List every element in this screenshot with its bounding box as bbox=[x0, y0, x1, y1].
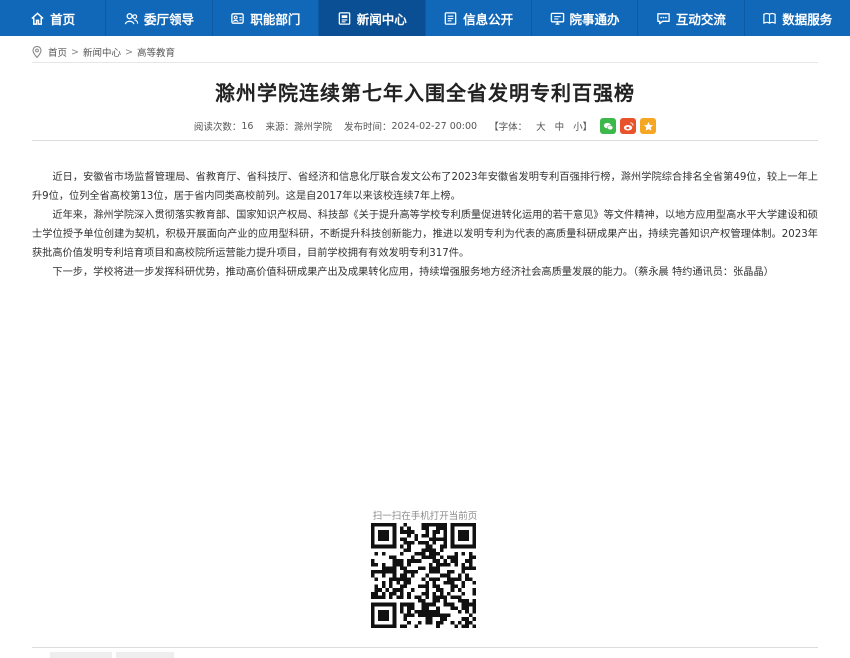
favorite-share-button[interactable] bbox=[640, 118, 657, 134]
source-label: 来源： bbox=[265, 122, 294, 133]
weibo-icon bbox=[623, 121, 634, 130]
font-size-large-button[interactable]: 大 bbox=[536, 119, 546, 133]
chat-icon bbox=[656, 11, 671, 26]
article-title: 滁州学院连续第七年入围全省发明专利百强榜 bbox=[215, 81, 635, 105]
departments-icon bbox=[230, 11, 245, 26]
nav-item-label: 信息公开 bbox=[463, 11, 514, 27]
qr-code bbox=[371, 523, 476, 628]
breadcrumb-home-link[interactable]: 首页 bbox=[48, 45, 67, 59]
article-paragraph: 近日，安徽省市场监督管理局、省教育厅、省科技厅、省经济和信息化厅联合发文公布了2… bbox=[32, 172, 818, 202]
article-paragraph: 近年来，滁州学院深入贯彻落实教育部、国家知识产权局、科技部《关于提升高等学校专利… bbox=[32, 210, 818, 259]
views-label: 阅读次数： bbox=[193, 122, 242, 133]
nav-item-data[interactable]: 数据服务 bbox=[745, 0, 850, 36]
home-icon bbox=[30, 11, 45, 26]
nav-item-news[interactable]: 新闻中心 bbox=[319, 0, 426, 36]
publish-date: 2024-02-27 00:00 bbox=[391, 120, 478, 132]
nav-item-label: 委厅领导 bbox=[144, 11, 195, 27]
wechat-share-button[interactable] bbox=[600, 118, 617, 134]
font-size-medium-button[interactable]: 中 bbox=[555, 119, 565, 133]
footer-divider bbox=[32, 647, 818, 648]
article-paragraph: 下一步，学校将进一步发挥科研优势，推动高价值科研成果产出及成果转化应用，持续增强… bbox=[52, 267, 774, 278]
data-icon bbox=[762, 11, 777, 26]
breadcrumb-separator: > bbox=[125, 46, 133, 58]
nav-item-info[interactable]: 信息公开 bbox=[426, 0, 532, 36]
footer-tab[interactable] bbox=[116, 652, 174, 658]
breadcrumb-news-link[interactable]: 新闻中心 bbox=[83, 45, 121, 59]
wechat-icon bbox=[603, 122, 613, 130]
breadcrumb-current-link[interactable]: 高等教育 bbox=[137, 45, 175, 59]
qr-caption: 扫一扫在手机打开当前页 bbox=[372, 511, 478, 522]
top-nav: 首页 委厅领导 职能部门 新闻中心 信息公开 院事通办 互动交流 数据服务 bbox=[0, 0, 850, 36]
nav-item-label: 互动交流 bbox=[675, 11, 726, 27]
date-label: 发布时间： bbox=[343, 122, 392, 133]
info-icon bbox=[443, 11, 458, 26]
views-count: 16 bbox=[241, 120, 254, 132]
breadcrumb-separator: > bbox=[71, 46, 79, 58]
source-value: 滁州学院 bbox=[293, 122, 332, 133]
star-icon bbox=[643, 121, 653, 131]
weibo-share-button[interactable] bbox=[620, 118, 637, 134]
services-icon bbox=[550, 11, 565, 26]
nav-item-chat[interactable]: 互动交流 bbox=[638, 0, 745, 36]
footer-tab[interactable] bbox=[50, 652, 112, 658]
meta-divider bbox=[32, 140, 818, 141]
article-meta: 阅读次数： 16 来源： 滁州学院 发布时间： 2024-02-27 00:00… bbox=[0, 117, 850, 135]
nav-item-label: 数据服务 bbox=[782, 11, 833, 27]
nav-item-services[interactable]: 院事通办 bbox=[532, 0, 639, 36]
article-body: 近日，安徽省市场监督管理局、省教育厅、省科技厅、省经济和信息化厅联合发文公布了2… bbox=[32, 168, 818, 282]
news-icon bbox=[337, 11, 352, 26]
nav-item-leaders[interactable]: 委厅领导 bbox=[106, 0, 213, 36]
nav-item-label: 首页 bbox=[50, 11, 76, 27]
font-size-small-button[interactable]: 小 bbox=[573, 119, 583, 133]
nav-item-label: 职能部门 bbox=[250, 11, 301, 27]
breadcrumb-divider bbox=[32, 62, 818, 63]
nav-item-label: 院事通办 bbox=[569, 11, 620, 27]
leaders-icon bbox=[124, 11, 139, 26]
breadcrumb: 首页 > 新闻中心 > 高等教育 bbox=[32, 45, 175, 59]
nav-item-label: 新闻中心 bbox=[356, 11, 407, 27]
nav-item-departments[interactable]: 职能部门 bbox=[213, 0, 320, 36]
location-pin-icon bbox=[32, 45, 42, 59]
nav-item-home[interactable]: 首页 bbox=[0, 0, 107, 36]
font-size-label: 【字体： bbox=[489, 122, 528, 133]
font-size-close: 】 bbox=[582, 122, 593, 133]
